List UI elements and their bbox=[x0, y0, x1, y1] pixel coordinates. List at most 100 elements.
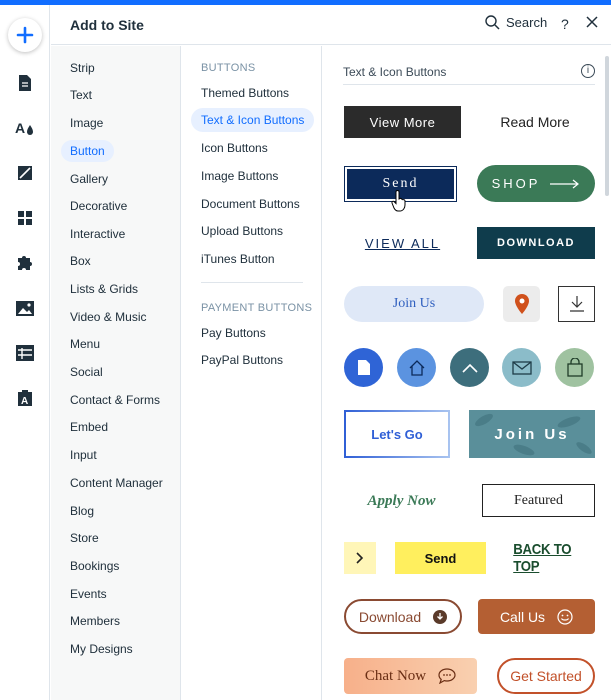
map-pin-icon bbox=[514, 294, 529, 314]
category-item-events[interactable]: Events bbox=[70, 583, 107, 605]
category-item-text[interactable]: Text bbox=[70, 84, 92, 106]
shopping-bag-icon bbox=[566, 358, 583, 377]
download-button-outline[interactable]: Download bbox=[344, 599, 462, 634]
view-all-button[interactable]: VIEW ALL bbox=[344, 227, 461, 259]
chevron-right-icon bbox=[356, 552, 364, 564]
subcategory-paypal-buttons[interactable]: PayPal Buttons bbox=[201, 348, 283, 372]
category-item-embed[interactable]: Embed bbox=[70, 416, 108, 438]
featured-button[interactable]: Featured bbox=[482, 484, 595, 517]
pages-icon[interactable] bbox=[13, 71, 37, 95]
subcategory-itunes-button[interactable]: iTunes Button bbox=[201, 247, 275, 271]
back-to-top-button[interactable]: BACK TO TOP bbox=[513, 541, 590, 575]
document-icon bbox=[357, 360, 370, 375]
left-rail: A A bbox=[0, 5, 50, 700]
subcategory-divider bbox=[201, 282, 303, 283]
download-icon-button[interactable] bbox=[558, 286, 595, 322]
close-button[interactable] bbox=[585, 15, 599, 34]
puzzle-icon[interactable] bbox=[13, 251, 37, 275]
scroll-up-circle-button[interactable] bbox=[450, 348, 489, 387]
subcategory-icon-buttons[interactable]: Icon Buttons bbox=[201, 136, 268, 160]
category-item-store[interactable]: Store bbox=[70, 527, 99, 549]
portfolio-icon[interactable]: A bbox=[13, 386, 37, 410]
chat-bubble-icon bbox=[438, 668, 456, 684]
subcategory-themed-buttons[interactable]: Themed Buttons bbox=[201, 81, 289, 105]
category-item-box[interactable]: Box bbox=[70, 250, 91, 272]
subcategory-document-buttons[interactable]: Document Buttons bbox=[201, 192, 300, 216]
media-image-icon[interactable] bbox=[13, 296, 37, 320]
chat-now-button[interactable]: Chat Now bbox=[344, 658, 477, 694]
chat-now-label: Chat Now bbox=[364, 667, 427, 684]
home-icon bbox=[409, 359, 424, 376]
read-more-button[interactable]: Read More bbox=[485, 106, 585, 138]
close-icon bbox=[586, 16, 598, 28]
shop-button[interactable]: SHOP bbox=[477, 165, 595, 202]
get-started-button[interactable]: Get Started bbox=[497, 658, 595, 694]
apps-grid-icon[interactable] bbox=[13, 206, 37, 230]
scrollbar[interactable] bbox=[605, 56, 609, 196]
join-us-leaves-label: Join Us bbox=[494, 425, 570, 443]
category-item-gallery[interactable]: Gallery bbox=[70, 168, 108, 190]
panel-header: Add to Site Search ? bbox=[51, 5, 611, 45]
subcategory-upload-buttons[interactable]: Upload Buttons bbox=[201, 219, 283, 243]
category-item-image[interactable]: Image bbox=[70, 112, 103, 134]
subcategory-heading-buttons: BUTTONS bbox=[201, 62, 256, 74]
category-item-social[interactable]: Social bbox=[70, 361, 103, 383]
category-item-blog[interactable]: Blog bbox=[70, 500, 94, 522]
apply-now-button[interactable]: Apply Now bbox=[344, 484, 459, 518]
background-icon[interactable] bbox=[13, 161, 37, 185]
subcategory-text-icon-buttons[interactable]: Text & Icon Buttons bbox=[191, 108, 315, 132]
table-icon[interactable] bbox=[13, 341, 37, 365]
view-more-button[interactable]: View More bbox=[344, 106, 461, 138]
category-item-video-music[interactable]: Video & Music bbox=[70, 306, 146, 328]
button-gallery: Text & Icon Buttons i View More Read Mor… bbox=[323, 46, 611, 700]
shop-label: SHOP bbox=[491, 176, 541, 191]
info-icon[interactable]: i bbox=[581, 64, 595, 78]
subcategory-list: BUTTONS Themed Buttons Text & Icon Butto… bbox=[182, 46, 322, 700]
category-item-contact-forms[interactable]: Contact & Forms bbox=[70, 389, 160, 411]
mail-icon bbox=[511, 360, 532, 375]
join-us-button-leaves[interactable]: Join Us bbox=[469, 410, 595, 458]
send-button-yellow[interactable]: Send bbox=[395, 542, 486, 574]
download-outline-label: Download bbox=[358, 608, 422, 625]
download-circle-icon bbox=[433, 609, 448, 624]
home-circle-button[interactable] bbox=[397, 348, 436, 387]
plus-icon bbox=[16, 26, 34, 44]
location-button[interactable] bbox=[503, 286, 540, 322]
subcategory-pay-buttons[interactable]: Pay Buttons bbox=[201, 321, 266, 345]
category-item-input[interactable]: Input bbox=[70, 444, 97, 466]
hand-cursor-icon bbox=[391, 190, 406, 212]
category-item-menu[interactable]: Menu bbox=[70, 333, 100, 355]
call-us-label: Call Us bbox=[499, 608, 546, 625]
search-label: Search bbox=[506, 15, 548, 30]
theme-icon[interactable]: A bbox=[13, 116, 37, 140]
svg-text:A: A bbox=[15, 120, 25, 136]
chevron-square-button[interactable] bbox=[344, 542, 376, 574]
section-divider bbox=[343, 84, 595, 85]
category-list: Strip Text Image Button Gallery Decorati… bbox=[51, 46, 181, 700]
lets-go-label: Let's Go bbox=[346, 412, 448, 456]
category-item-strip[interactable]: Strip bbox=[70, 57, 95, 79]
join-us-button-pill[interactable]: Join Us bbox=[344, 286, 484, 322]
category-item-my-designs[interactable]: My Designs bbox=[70, 638, 133, 660]
category-item-members[interactable]: Members bbox=[70, 610, 120, 632]
arrow-right-icon bbox=[550, 179, 580, 188]
subcategory-heading-payment: PAYMENT BUTTONS bbox=[201, 302, 313, 314]
shopping-bag-circle-button[interactable] bbox=[555, 348, 594, 387]
category-item-interactive[interactable]: Interactive bbox=[70, 223, 125, 245]
category-item-decorative[interactable]: Decorative bbox=[70, 195, 127, 217]
category-item-content-manager[interactable]: Content Manager bbox=[70, 472, 163, 494]
document-circle-button[interactable] bbox=[344, 348, 383, 387]
mail-circle-button[interactable] bbox=[502, 348, 541, 387]
lets-go-button[interactable]: Let's Go bbox=[344, 410, 450, 458]
category-item-lists-grids[interactable]: Lists & Grids bbox=[70, 278, 138, 300]
category-item-button[interactable]: Button bbox=[61, 140, 114, 162]
call-us-button[interactable]: Call Us bbox=[478, 599, 595, 634]
download-button-teal[interactable]: DOWNLOAD bbox=[477, 227, 595, 259]
search-button[interactable]: Search bbox=[485, 15, 547, 30]
subcategory-image-buttons[interactable]: Image Buttons bbox=[201, 164, 278, 188]
category-item-bookings[interactable]: Bookings bbox=[70, 555, 119, 577]
search-icon bbox=[485, 15, 500, 30]
help-button[interactable]: ? bbox=[561, 16, 569, 32]
section-title: Text & Icon Buttons bbox=[343, 65, 447, 79]
add-elements-button[interactable] bbox=[8, 18, 42, 52]
